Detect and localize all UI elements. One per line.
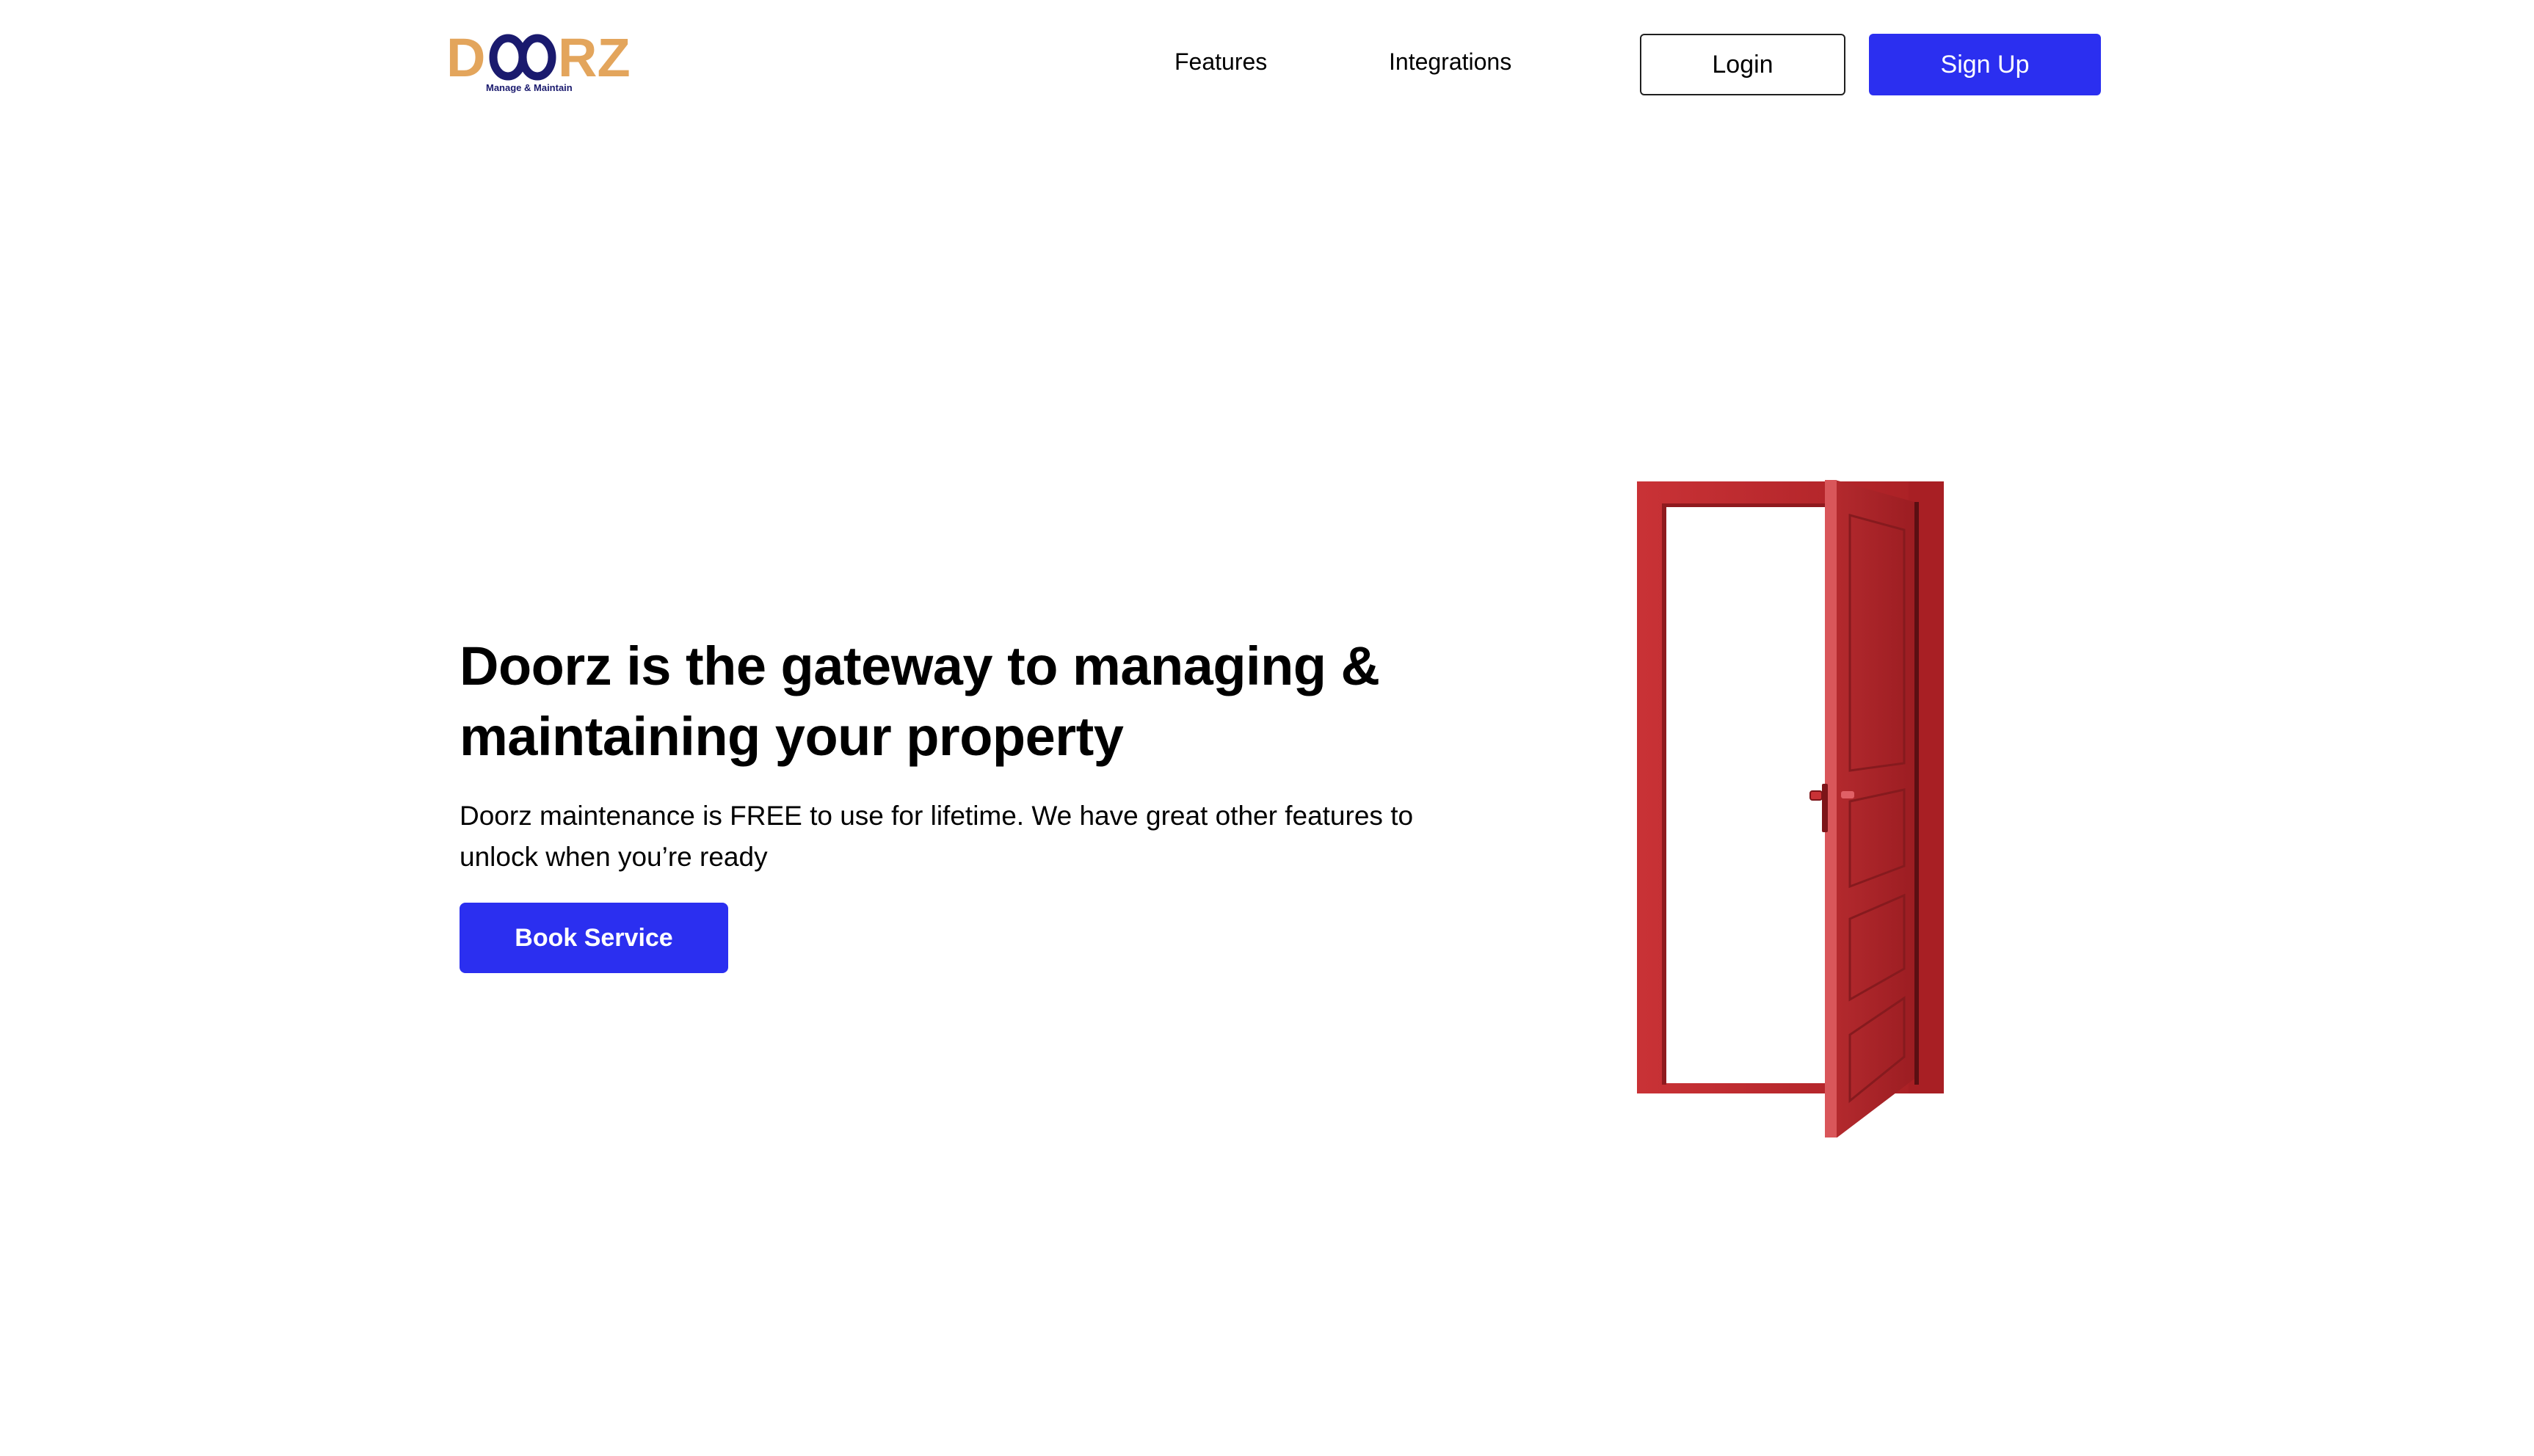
logo[interactable]: D RZ Manage & Maintain (446, 28, 645, 95)
nav-features-link[interactable]: Features (1175, 43, 1267, 81)
svg-text:RZ: RZ (558, 28, 631, 88)
red-door-image (1637, 480, 1944, 1138)
signup-button[interactable]: Sign Up (1869, 34, 2101, 95)
svg-text:D: D (446, 28, 485, 88)
doorz-logo-mark: D RZ Manage & Maintain (446, 28, 631, 93)
hero-subtitle: Doorz maintenance is FREE to use for lif… (460, 801, 1414, 872)
open-door-illustration (1622, 470, 1960, 1138)
logo-tagline: Manage & Maintain (486, 82, 573, 93)
hero-title: Doorz is the gateway to managing & maint… (460, 636, 1380, 767)
nav-integrations-link[interactable]: Integrations (1389, 43, 1511, 81)
book-service-button[interactable]: Book Service (460, 903, 728, 973)
login-button[interactable]: Login (1640, 34, 1845, 95)
